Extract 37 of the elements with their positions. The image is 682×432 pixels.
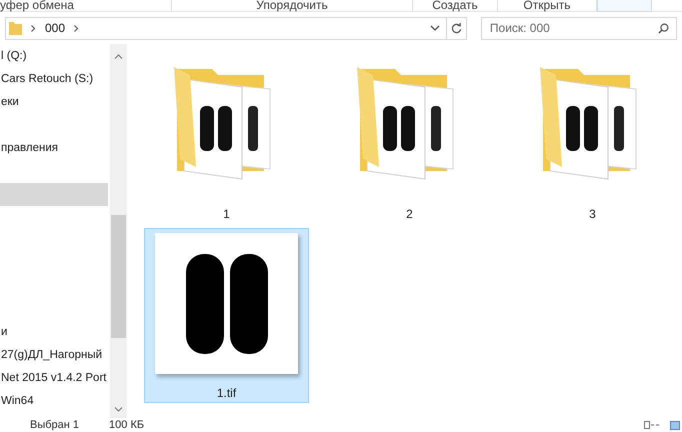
search-icon (658, 22, 669, 34)
address-bar[interactable]: 000 (5, 16, 467, 40)
nav-item[interactable]: Net 2015 v1.4.2 Port (0, 367, 108, 390)
large-icons-view-icon[interactable] (670, 420, 680, 430)
nav-item[interactable]: и (0, 321, 108, 344)
refresh-icon (450, 22, 462, 34)
breadcrumb[interactable]: 000 (45, 19, 66, 37)
file-item[interactable]: 1.tif (144, 228, 309, 403)
status-selection: Выбран 1 (30, 418, 80, 432)
nav-item[interactable]: правления (0, 137, 108, 160)
scroll-down-icon[interactable] (114, 407, 123, 412)
details-view-icon[interactable] (644, 420, 660, 430)
dropdown-chevron-icon[interactable] (430, 25, 440, 31)
status-size: 100 КБ (109, 418, 144, 432)
scroll-up-icon[interactable] (114, 54, 123, 59)
scrollbar[interactable] (110, 44, 127, 418)
nav-item[interactable]: Cars Retouch (S:) (0, 68, 108, 91)
nav-item[interactable]: l (Q:) (0, 45, 108, 68)
folder-icon (9, 21, 22, 35)
chevron-icon (31, 24, 35, 32)
chevron-icon (74, 24, 78, 32)
ribbon-group-label: Создать (432, 0, 478, 10)
folder-item[interactable]: 1 (144, 58, 309, 228)
item-label: 1.tif (216, 385, 236, 402)
scrollbar-thumb[interactable] (111, 215, 126, 338)
item-label: 2 (406, 206, 413, 223)
nav-item[interactable]: Win64 (0, 390, 108, 413)
folder-item[interactable]: 2 (327, 58, 492, 228)
ribbon-group-label: уфер обмена (0, 0, 74, 10)
nav-item[interactable]: 27(g)ДЛ_Нагорный (0, 344, 108, 367)
ribbon-group-label: Упорядочить (256, 0, 328, 10)
item-label: 3 (589, 206, 596, 223)
nav-item[interactable]: еки (0, 91, 108, 114)
folder-item[interactable]: 3 (510, 58, 675, 228)
item-label: 1 (223, 206, 230, 223)
search-field[interactable]: Поиск: 000 (480, 16, 677, 40)
ribbon-group-label: Открыть (523, 0, 571, 10)
